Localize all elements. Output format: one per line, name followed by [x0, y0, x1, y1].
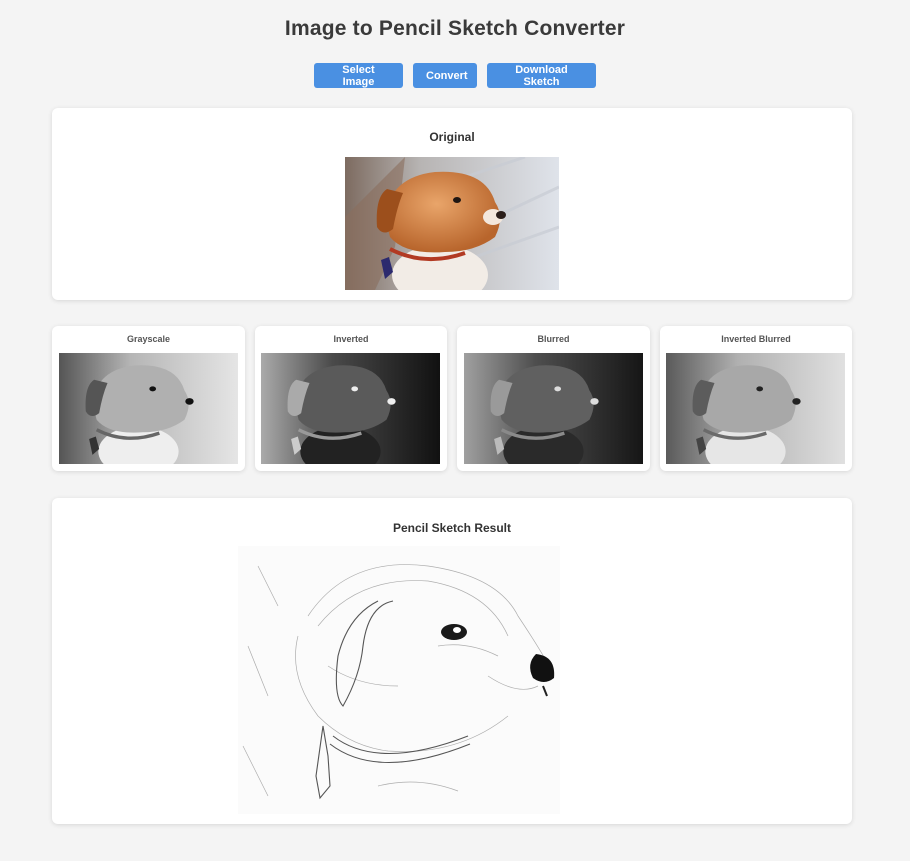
download-sketch-button[interactable]: Download Sketch	[487, 63, 596, 88]
blurred-title: Blurred	[537, 334, 570, 344]
result-card: Pencil Sketch Result	[52, 498, 852, 824]
inverted-title: Inverted	[333, 334, 369, 344]
grayscale-image	[59, 353, 238, 464]
blurred-image	[464, 353, 643, 464]
grayscale-card: Grayscale	[52, 326, 245, 471]
grayscale-title: Grayscale	[126, 334, 171, 344]
convert-button[interactable]: Convert	[413, 63, 477, 88]
blurred-card: Blurred	[457, 326, 650, 471]
toolbar: Select Image Convert Download Sketch	[0, 63, 910, 88]
inverted-card: Inverted	[255, 326, 447, 471]
sketch-result-image	[238, 546, 560, 814]
inverted-blurred-title: Inverted Blurred	[721, 334, 791, 344]
original-image	[345, 157, 559, 290]
inverted-blurred-image	[666, 353, 845, 464]
page-title: Image to Pencil Sketch Converter	[284, 17, 626, 40]
inverted-image	[261, 353, 440, 464]
result-title: Pencil Sketch Result	[392, 521, 512, 535]
select-image-button[interactable]: Select Image	[314, 63, 403, 88]
original-card: Original	[52, 108, 852, 300]
inverted-blurred-card: Inverted Blurred	[660, 326, 852, 471]
original-title: Original	[429, 130, 475, 144]
